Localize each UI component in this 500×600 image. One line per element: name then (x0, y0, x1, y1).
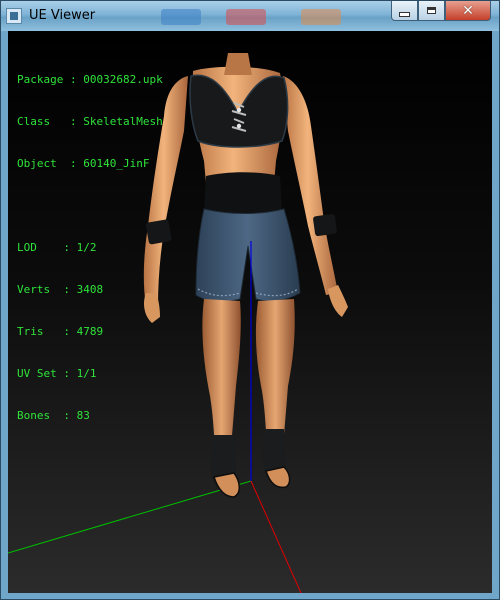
right-wristband (313, 213, 337, 237)
info-row-tris: Tris : 4789 (17, 325, 104, 338)
info-row-object: Object : 60140_JinF (17, 157, 150, 170)
character-model (143, 53, 348, 498)
background-blur (161, 9, 201, 25)
info-row-class: Class : SkeletalMesh (17, 115, 163, 128)
info-row-bones: Bones : 83 (17, 409, 90, 422)
background-blur (226, 9, 266, 25)
minimize-button[interactable] (391, 1, 418, 21)
window-title: UE Viewer (29, 8, 96, 23)
maximize-icon (427, 7, 436, 14)
info-row-uvset: UV Set : 1/1 (17, 367, 97, 380)
info-row-verts: Verts : 3408 (17, 283, 104, 296)
close-button[interactable]: ✕ (445, 1, 491, 21)
left-foot (213, 472, 240, 498)
belt-wrap (204, 172, 282, 216)
info-row-package: Package : 00032682.upk (17, 73, 163, 86)
axis-x-line (250, 480, 302, 593)
3d-viewport[interactable]: Package : 00032682.upk Class : SkeletalM… (8, 31, 492, 593)
maximize-button[interactable] (418, 1, 445, 21)
minimize-icon (399, 11, 410, 17)
info-row-lod: LOD : 1/2 (17, 241, 97, 254)
mesh-info-overlay: Package : 00032682.upk Class : SkeletalM… (17, 45, 163, 451)
close-icon: ✕ (462, 2, 474, 19)
right-foot (265, 466, 291, 489)
neck (224, 53, 252, 75)
background-blur (301, 9, 341, 25)
app-window: UE Viewer ✕ Package: 00032682.upk Class… (0, 0, 500, 600)
right-hand (328, 285, 348, 317)
app-icon (6, 8, 22, 24)
axis-y-line (8, 480, 252, 554)
title-bar[interactable]: UE Viewer ✕ (1, 1, 499, 31)
shorts (195, 208, 301, 303)
